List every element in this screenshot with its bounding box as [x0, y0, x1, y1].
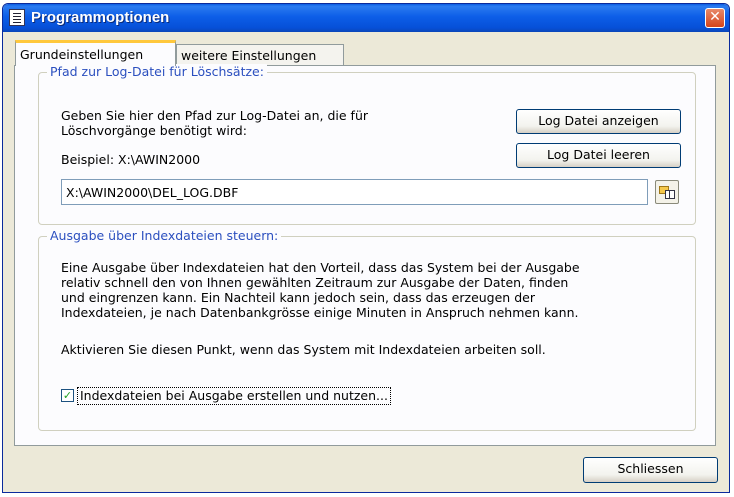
- log-description-line2: Löschvorgänge benötigt wird:: [61, 123, 247, 138]
- clear-log-button[interactable]: Log Datei leeren: [516, 143, 681, 168]
- log-group-legend: Pfad zur Log-Datei für Löschsätze:: [47, 64, 267, 79]
- schliessen-button[interactable]: Schliessen: [583, 457, 718, 483]
- folder-browse-icon[interactable]: [655, 180, 679, 204]
- app-icon: [9, 9, 25, 26]
- show-log-button[interactable]: Log Datei anzeigen: [516, 109, 681, 134]
- index-checkbox-label[interactable]: Indexdateien bei Ausgabe erstellen und n…: [77, 387, 391, 405]
- close-icon[interactable]: ✕: [705, 8, 725, 28]
- index-para-line4: Indexdateien, je nach Datenbankgrösse ei…: [61, 305, 579, 320]
- index-checkbox[interactable]: ✓: [61, 389, 74, 402]
- log-description-line1: Geben Sie hier den Pfad zur Log-Datei an…: [61, 108, 369, 123]
- index-para-line3: und eingrenzen kann. Ein Nachteil kann j…: [61, 290, 535, 305]
- tab-weitere-einstellungen[interactable]: weitere Einstellungen: [176, 44, 344, 66]
- log-path-input[interactable]: X:\AWIN2000\DEL_LOG.DBF: [61, 179, 648, 205]
- title-bar[interactable]: Programmoptionen ✕: [3, 4, 729, 32]
- list-icon: [665, 190, 675, 199]
- tab-panel: Pfad zur Log-Datei für Löschsätze: Geben…: [14, 64, 716, 446]
- program-options-dialog: Programmoptionen ✕ Grundeinstellungen we…: [2, 3, 730, 493]
- window-title: Programmoptionen: [31, 9, 170, 26]
- index-group-legend: Ausgabe über Indexdateien steuern:: [47, 228, 282, 243]
- index-para-line2: relativ schnell den von Ihnen gewählten …: [61, 275, 569, 290]
- index-para-line1: Eine Ausgabe über Indexdateien hat den V…: [61, 260, 580, 275]
- index-activate-text: Aktivieren Sie diesen Punkt, wenn das Sy…: [61, 342, 546, 357]
- log-example: Beispiel: X:\AWIN2000: [61, 152, 201, 167]
- tab-grundeinstellungen[interactable]: Grundeinstellungen: [15, 40, 176, 66]
